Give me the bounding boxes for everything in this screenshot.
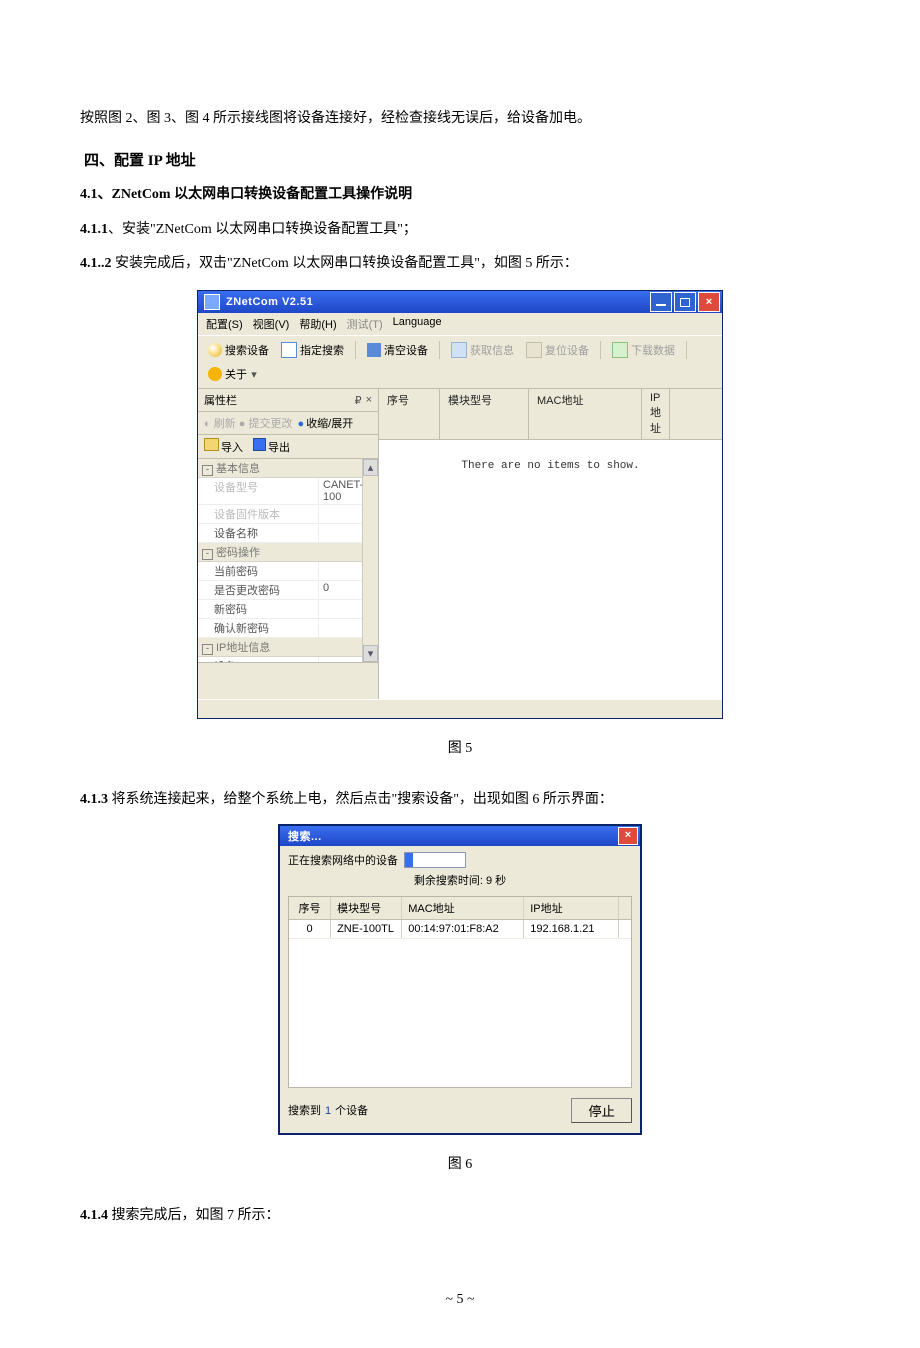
- toolbar: 搜索设备 指定搜索 清空设备 获取信息 复位设备 下载数据 关于▾: [198, 335, 722, 389]
- specific-search-button[interactable]: 指定搜索: [277, 340, 348, 360]
- scroll-down-icon[interactable]: ▾: [363, 645, 378, 662]
- separator-icon: [600, 341, 601, 359]
- reset-icon: [526, 342, 542, 358]
- about-icon: [208, 367, 222, 381]
- clear-icon: [367, 343, 381, 357]
- maximize-button[interactable]: [674, 292, 696, 312]
- para-4-1-2: 4.1..2 安装完成后，双击"ZNetCom 以太网串口转换设备配置工具"，如…: [80, 249, 840, 280]
- folder-icon: [204, 438, 219, 451]
- col-mac[interactable]: MAC地址: [402, 897, 524, 919]
- remaining-time-label: 剩余搜索时间: 9 秒: [288, 872, 632, 888]
- menu-config[interactable]: 配置(S): [206, 316, 243, 332]
- info-icon: [451, 342, 467, 358]
- col-index[interactable]: 序号: [379, 389, 440, 439]
- cell-mac: 00:14:97:01:F8:A2: [402, 920, 524, 938]
- cell-ip: 192.168.1.21: [524, 920, 619, 938]
- heading-4: 四、配置 IP 地址: [84, 149, 840, 170]
- target-icon: [281, 342, 297, 358]
- section-password[interactable]: -密码操作: [198, 543, 378, 562]
- heading-4-1: 4.1、ZNetCom 以太网串口转换设备配置工具操作说明: [80, 180, 840, 211]
- table-row[interactable]: 0 ZNE-100TL 00:14:97:01:F8:A2 192.168.1.…: [289, 920, 631, 939]
- prop-fw-key: 设备固件版本: [198, 505, 318, 523]
- property-panel: 属性栏 ₽ × ◐ 刷新 ● 提交更改 ●收缩/展开 导入 导出 -基本信息 设…: [198, 389, 379, 699]
- para-4-1-1: 4.1.14.1.1、安装"ZNetCom 以太网串口转换设备配置工具"；、安装…: [80, 215, 840, 246]
- about-button[interactable]: 关于▾: [204, 364, 262, 384]
- chevron-down-icon: ▾: [250, 368, 258, 381]
- search-status-label: 正在搜索网络中的设备: [288, 852, 398, 868]
- menu-test[interactable]: 测试(T): [347, 316, 383, 332]
- col-index[interactable]: 序号: [289, 897, 331, 919]
- app-icon: [204, 294, 220, 310]
- scroll-up-icon[interactable]: ▴: [363, 459, 378, 476]
- download-button[interactable]: 下载数据: [608, 340, 679, 360]
- page-number: ~ 5 ~: [80, 1292, 840, 1308]
- section-basic[interactable]: -基本信息: [198, 459, 378, 478]
- col-ip[interactable]: IP地址: [524, 897, 619, 919]
- progress-bar: [404, 852, 466, 868]
- import-button[interactable]: 导入: [204, 438, 243, 455]
- col-mac[interactable]: MAC地址: [529, 389, 642, 439]
- panel-toolbar: ◐ 刷新 ● 提交更改 ●收缩/展开: [198, 412, 378, 435]
- status-bar: [198, 699, 722, 718]
- dialog-close-button[interactable]: ×: [618, 827, 638, 845]
- figure-5-caption: 图 5: [80, 737, 840, 757]
- separator-icon: [686, 341, 687, 359]
- minimize-button[interactable]: [650, 292, 672, 312]
- refresh-button[interactable]: ◐ 刷新: [204, 418, 236, 430]
- prop-ip-key: 设备IP: [198, 657, 318, 662]
- col-model[interactable]: 模块型号: [440, 389, 529, 439]
- window-title: ZNetCom V2.51: [224, 296, 648, 308]
- reset-device-button[interactable]: 复位设备: [522, 340, 593, 360]
- figure-6-caption: 图 6: [80, 1153, 840, 1173]
- stop-button[interactable]: 停止: [571, 1098, 632, 1123]
- empty-message: There are no items to show.: [379, 460, 722, 472]
- list-header: 序号 模块型号 MAC地址 IP地址: [379, 389, 722, 440]
- title-bar[interactable]: ZNetCom V2.51 ×: [198, 291, 722, 313]
- menu-help[interactable]: 帮助(H): [299, 316, 336, 332]
- device-list: 序号 模块型号 MAC地址 IP地址 There are no items to…: [379, 389, 722, 699]
- cell-index: 0: [289, 920, 331, 938]
- menu-bar: 配置(S) 视图(V) 帮助(H) 测试(T) Language: [198, 313, 722, 335]
- prop-chgpw-key: 是否更改密码: [198, 581, 318, 599]
- para-4-1-4: 4.1.4 搜索完成后，如图 7 所示：: [80, 1201, 840, 1232]
- prop-name-key: 设备名称: [198, 524, 318, 542]
- collapse-expand-button[interactable]: ●收缩/展开: [296, 418, 354, 430]
- section-ip[interactable]: -IP地址信息: [198, 638, 378, 657]
- export-button[interactable]: 导出: [253, 438, 290, 455]
- prop-model-key: 设备型号: [198, 478, 318, 504]
- para-4-1-3: 4.1.3 将系统连接起来，给整个系统上电，然后点击"搜索设备"，出现如图 6 …: [80, 785, 840, 816]
- intro-paragraph: 按照图 2、图 3、图 4 所示接线图将设备连接好，经检查接线无误后，给设备加电…: [80, 104, 840, 135]
- cell-model: ZNE-100TL: [331, 920, 402, 938]
- panel-title: 属性栏: [204, 392, 355, 408]
- znetcom-window: ZNetCom V2.51 × 配置(S) 视图(V) 帮助(H) 测试(T) …: [197, 290, 723, 719]
- col-spacer: [619, 897, 631, 919]
- clear-devices-button[interactable]: 清空设备: [363, 340, 432, 360]
- prop-curpw-key: 当前密码: [198, 562, 318, 580]
- scrollbar[interactable]: ▴ ▾: [362, 459, 378, 662]
- separator-icon: [355, 341, 356, 359]
- get-info-button[interactable]: 获取信息: [447, 340, 518, 360]
- pin-icon[interactable]: ₽: [355, 394, 362, 407]
- property-grid[interactable]: -基本信息 设备型号CANET-100 设备固件版本 设备名称 -密码操作 当前…: [198, 459, 378, 662]
- menu-view[interactable]: 视图(V): [253, 316, 290, 332]
- disk-icon: [253, 438, 266, 451]
- commit-button[interactable]: ● 提交更改: [239, 418, 293, 430]
- menu-language[interactable]: Language: [393, 316, 442, 332]
- prop-newpw-key: 新密码: [198, 600, 318, 618]
- download-icon: [612, 342, 628, 358]
- search-dialog: 搜索... × 正在搜索网络中的设备 剩余搜索时间: 9 秒 序号 模块型号 M…: [278, 824, 642, 1135]
- result-table: 序号 模块型号 MAC地址 IP地址 0 ZNE-100TL 00:14:97:…: [288, 896, 632, 1088]
- dialog-title: 搜索...: [282, 828, 616, 844]
- panel-close-icon[interactable]: ×: [366, 394, 372, 406]
- search-icon: [208, 343, 222, 357]
- separator-icon: [439, 341, 440, 359]
- prop-cfmpw-key: 确认新密码: [198, 619, 318, 637]
- found-count-label: 搜索到1个设备: [288, 1102, 571, 1118]
- col-model[interactable]: 模块型号: [331, 897, 402, 919]
- col-spacer: [670, 389, 722, 439]
- col-ip[interactable]: IP地址: [642, 389, 670, 439]
- close-button[interactable]: ×: [698, 292, 720, 312]
- search-devices-button[interactable]: 搜索设备: [204, 340, 273, 360]
